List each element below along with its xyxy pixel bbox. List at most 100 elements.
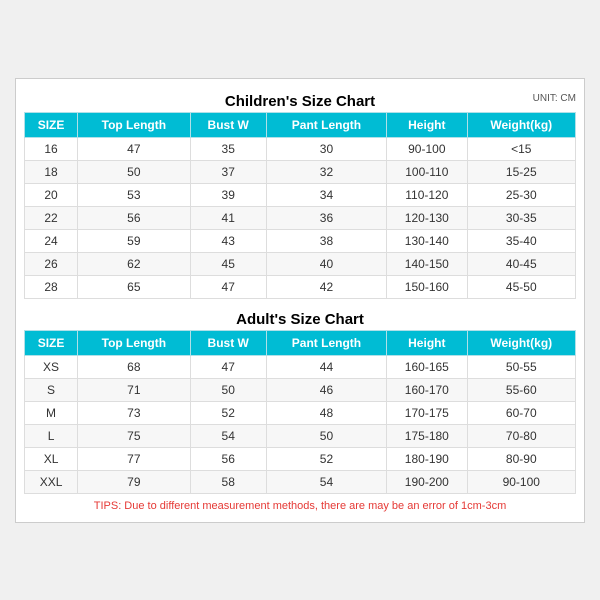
table-cell: 52	[266, 447, 386, 470]
table-cell: 28	[25, 275, 78, 298]
col-pant-a: Pant Length	[266, 330, 386, 355]
table-cell: 59	[78, 229, 191, 252]
table-cell: 180-190	[387, 447, 467, 470]
table-cell: 52	[190, 401, 266, 424]
table-cell: 46	[266, 378, 386, 401]
table-cell: 45-50	[467, 275, 575, 298]
table-cell: 42	[266, 275, 386, 298]
table-cell: 47	[190, 355, 266, 378]
table-cell: XL	[25, 447, 78, 470]
table-cell: 41	[190, 206, 266, 229]
table-cell: 37	[190, 160, 266, 183]
table-cell: 190-200	[387, 470, 467, 493]
table-cell: 90-100	[387, 137, 467, 160]
adult-header-row: SIZE Top Length Bust W Pant Length Heigh…	[25, 330, 576, 355]
table-cell: 90-100	[467, 470, 575, 493]
table-cell: 35-40	[467, 229, 575, 252]
table-cell: 150-160	[387, 275, 467, 298]
children-title-text: Children's Size Chart	[225, 93, 375, 110]
children-header-row: SIZE Top Length Bust W Pant Length Heigh…	[25, 112, 576, 137]
table-cell: 38	[266, 229, 386, 252]
table-row: 18503732100-11015-25	[25, 160, 576, 183]
col-bust-c: Bust W	[190, 112, 266, 137]
col-pant-c: Pant Length	[266, 112, 386, 137]
table-cell: 55-60	[467, 378, 575, 401]
table-cell: 56	[190, 447, 266, 470]
col-size-a: SIZE	[25, 330, 78, 355]
table-cell: 35	[190, 137, 266, 160]
col-weight-c: Weight(kg)	[467, 112, 575, 137]
table-row: 1647353090-100<15	[25, 137, 576, 160]
table-cell: 16	[25, 137, 78, 160]
chart-container: Children's Size Chart UNIT: CM SIZE Top …	[15, 78, 585, 523]
table-cell: 70-80	[467, 424, 575, 447]
adult-title: Adult's Size Chart	[24, 305, 576, 330]
table-cell: 77	[78, 447, 191, 470]
children-table: SIZE Top Length Bust W Pant Length Heigh…	[24, 112, 576, 299]
table-cell: 54	[266, 470, 386, 493]
table-cell: 80-90	[467, 447, 575, 470]
table-cell: 32	[266, 160, 386, 183]
table-cell: 26	[25, 252, 78, 275]
col-size-c: SIZE	[25, 112, 78, 137]
table-cell: M	[25, 401, 78, 424]
unit-label: UNIT: CM	[533, 93, 576, 104]
table-cell: 68	[78, 355, 191, 378]
table-cell: 47	[78, 137, 191, 160]
col-top-length-a: Top Length	[78, 330, 191, 355]
col-height-a: Height	[387, 330, 467, 355]
col-top-length-c: Top Length	[78, 112, 191, 137]
table-row: XXL795854190-20090-100	[25, 470, 576, 493]
table-cell: 50	[78, 160, 191, 183]
table-cell: XXL	[25, 470, 78, 493]
table-cell: S	[25, 378, 78, 401]
table-cell: 62	[78, 252, 191, 275]
table-cell: 170-175	[387, 401, 467, 424]
table-cell: 53	[78, 183, 191, 206]
table-cell: 120-130	[387, 206, 467, 229]
table-cell: 22	[25, 206, 78, 229]
table-cell: 54	[190, 424, 266, 447]
table-cell: 47	[190, 275, 266, 298]
table-cell: 24	[25, 229, 78, 252]
table-row: 22564136120-13030-35	[25, 206, 576, 229]
table-cell: 65	[78, 275, 191, 298]
col-bust-a: Bust W	[190, 330, 266, 355]
children-title: Children's Size Chart UNIT: CM	[24, 87, 576, 112]
table-row: M735248170-17560-70	[25, 401, 576, 424]
table-cell: 160-165	[387, 355, 467, 378]
table-cell: 40	[266, 252, 386, 275]
table-cell: 50	[266, 424, 386, 447]
table-row: 28654742150-16045-50	[25, 275, 576, 298]
table-cell: 30-35	[467, 206, 575, 229]
table-cell: 34	[266, 183, 386, 206]
table-row: L755450175-18070-80	[25, 424, 576, 447]
table-cell: 36	[266, 206, 386, 229]
table-cell: 44	[266, 355, 386, 378]
table-row: 26624540140-15040-45	[25, 252, 576, 275]
table-cell: 56	[78, 206, 191, 229]
col-weight-a: Weight(kg)	[467, 330, 575, 355]
table-row: XS684744160-16550-55	[25, 355, 576, 378]
table-cell: 25-30	[467, 183, 575, 206]
table-cell: 45	[190, 252, 266, 275]
table-cell: 60-70	[467, 401, 575, 424]
table-cell: 50	[190, 378, 266, 401]
table-cell: 15-25	[467, 160, 575, 183]
table-cell: 75	[78, 424, 191, 447]
col-height-c: Height	[387, 112, 467, 137]
table-cell: 110-120	[387, 183, 467, 206]
tips-text: TIPS: Due to different measurement metho…	[24, 494, 576, 514]
table-row: XL775652180-19080-90	[25, 447, 576, 470]
table-row: S715046160-17055-60	[25, 378, 576, 401]
table-cell: 71	[78, 378, 191, 401]
adult-table: SIZE Top Length Bust W Pant Length Heigh…	[24, 330, 576, 494]
table-cell: 58	[190, 470, 266, 493]
table-cell: 140-150	[387, 252, 467, 275]
table-cell: 40-45	[467, 252, 575, 275]
table-cell: 48	[266, 401, 386, 424]
table-cell: 50-55	[467, 355, 575, 378]
table-cell: XS	[25, 355, 78, 378]
table-cell: 18	[25, 160, 78, 183]
table-cell: 39	[190, 183, 266, 206]
